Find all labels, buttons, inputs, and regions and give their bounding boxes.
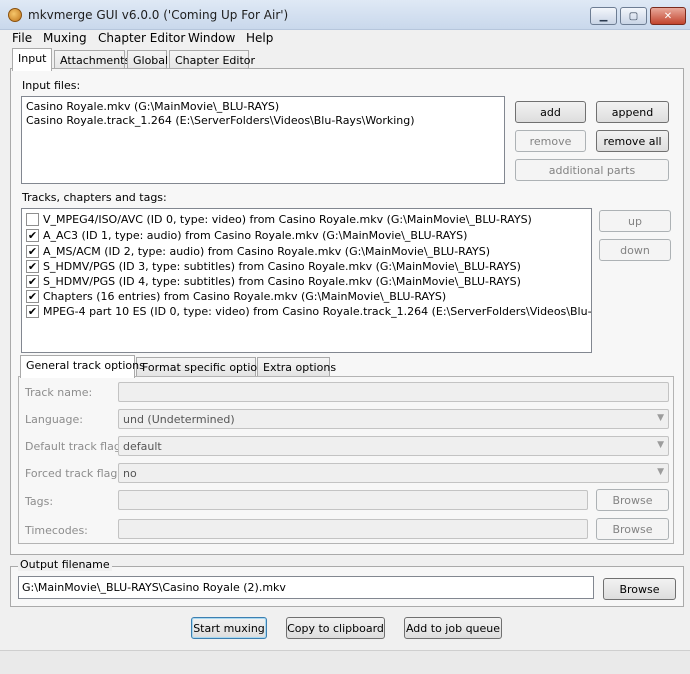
track-row[interactable]: ✔ S_HDMV/PGS (ID 4, type: subtitles) fro… xyxy=(26,273,521,289)
menu-window[interactable]: Window xyxy=(188,31,235,45)
track-checkbox[interactable]: ✔ xyxy=(26,274,39,288)
tags-browse-button[interactable]: Browse xyxy=(596,489,669,511)
list-item[interactable]: Casino Royale.track_1.264 (E:\ServerFold… xyxy=(26,114,415,127)
menu-chapter-editor[interactable]: Chapter Editor xyxy=(98,31,185,45)
tab-global[interactable]: Global xyxy=(127,50,168,70)
input-files-list[interactable]: Casino Royale.mkv (G:\MainMovie\_BLU-RAY… xyxy=(21,96,505,184)
forced-track-flag-select[interactable]: no ▼ xyxy=(118,463,669,483)
tab-input[interactable]: Input xyxy=(12,48,52,71)
remove-button[interactable]: remove xyxy=(515,130,586,152)
remove-all-button[interactable]: remove all xyxy=(596,130,669,152)
language-select[interactable]: und (Undetermined) ▼ xyxy=(118,409,669,429)
tab-general-track-options[interactable]: General track options xyxy=(20,355,145,378)
output-filename-label: Output filename xyxy=(18,558,112,571)
track-options-tab-bar: General track options Format specific op… xyxy=(20,355,340,378)
default-track-flag-value: default xyxy=(123,440,162,453)
track-name-input[interactable] xyxy=(118,382,669,402)
append-button[interactable]: append xyxy=(596,101,669,123)
track-checkbox[interactable]: ✔ xyxy=(26,228,39,242)
add-to-job-queue-button[interactable]: Add to job queue xyxy=(404,617,502,639)
maximize-button[interactable]: ▢ xyxy=(620,7,647,25)
track-checkbox[interactable]: ✔ xyxy=(26,259,39,273)
menu-muxing[interactable]: Muxing xyxy=(43,31,87,45)
app-icon xyxy=(8,8,22,22)
timecodes-input[interactable] xyxy=(118,519,588,539)
list-item[interactable]: Casino Royale.mkv (G:\MainMovie\_BLU-RAY… xyxy=(26,100,279,113)
language-value: und (Undetermined) xyxy=(123,413,235,426)
chevron-down-icon: ▼ xyxy=(657,467,664,477)
chevron-down-icon: ▼ xyxy=(657,440,664,450)
additional-parts-button[interactable]: additional parts xyxy=(515,159,669,181)
track-row[interactable]: ✔ S_HDMV/PGS (ID 3, type: subtitles) fro… xyxy=(26,258,521,274)
track-label: MPEG-4 part 10 ES (ID 0, type: video) fr… xyxy=(43,304,592,318)
close-button[interactable]: ✕ xyxy=(650,7,686,25)
chevron-down-icon: ▼ xyxy=(657,413,664,423)
track-row[interactable]: ✔ A_AC3 (ID 1, type: audio) from Casino … xyxy=(26,227,467,243)
track-label: A_MS/ACM (ID 2, type: audio) from Casino… xyxy=(43,244,491,258)
tags-input[interactable] xyxy=(118,490,588,510)
track-row[interactable]: ✔ Chapters (16 entries) from Casino Roya… xyxy=(26,288,446,304)
track-checkbox[interactable]: ✔ xyxy=(26,289,39,303)
default-track-flag-label: Default track flag: xyxy=(25,440,125,453)
track-label: S_HDMV/PGS (ID 4, type: subtitles) from … xyxy=(43,274,521,288)
language-label: Language: xyxy=(25,413,83,426)
status-bar xyxy=(0,650,690,674)
menu-help[interactable]: Help xyxy=(246,31,273,45)
copy-to-clipboard-button[interactable]: Copy to clipboard xyxy=(286,617,385,639)
menu-file[interactable]: File xyxy=(12,31,32,45)
output-filename-input[interactable]: G:\MainMovie\_BLU-RAYS\Casino Royale (2)… xyxy=(18,576,594,599)
move-up-button[interactable]: up xyxy=(599,210,671,232)
tracks-label: Tracks, chapters and tags: xyxy=(22,191,167,204)
track-checkbox[interactable]: ✔ xyxy=(26,244,39,258)
forced-track-flag-label: Forced track flag: xyxy=(25,467,122,480)
tab-format-specific-options[interactable]: Format specific options xyxy=(136,357,270,377)
track-name-label: Track name: xyxy=(25,386,93,399)
track-checkbox[interactable]: ✔ xyxy=(26,304,39,318)
app-window: mkvmerge GUI v6.0.0 ('Coming Up For Air'… xyxy=(0,0,690,674)
tab-attachments[interactable]: Attachments xyxy=(54,50,130,70)
track-label: S_HDMV/PGS (ID 3, type: subtitles) from … xyxy=(43,259,521,273)
tags-label: Tags: xyxy=(25,495,54,508)
track-label: Chapters (16 entries) from Casino Royale… xyxy=(43,289,447,303)
track-row[interactable]: ✔ A_MS/ACM (ID 2, type: audio) from Casi… xyxy=(26,243,490,259)
start-muxing-button[interactable]: Start muxing xyxy=(191,617,267,639)
forced-track-flag-value: no xyxy=(123,467,137,480)
default-track-flag-select[interactable]: default ▼ xyxy=(118,436,669,456)
window-title: mkvmerge GUI v6.0.0 ('Coming Up For Air'… xyxy=(28,8,289,22)
tracks-list[interactable]: V_MPEG4/ISO/AVC (ID 0, type: video) from… xyxy=(21,208,592,353)
track-label: A_AC3 (ID 1, type: audio) from Casino Ro… xyxy=(43,228,468,242)
track-checkbox[interactable] xyxy=(26,212,39,226)
main-tab-bar: Input Attachments Global Chapter Editor xyxy=(12,48,312,71)
output-browse-button[interactable]: Browse xyxy=(603,578,676,600)
track-row[interactable]: ✔ MPEG-4 part 10 ES (ID 0, type: video) … xyxy=(26,303,592,319)
track-row[interactable]: V_MPEG4/ISO/AVC (ID 0, type: video) from… xyxy=(26,211,532,227)
move-down-button[interactable]: down xyxy=(599,239,671,261)
tab-chapter-editor[interactable]: Chapter Editor xyxy=(169,50,255,70)
menu-bar: File Muxing Chapter Editor Window Help xyxy=(0,30,690,47)
timecodes-browse-button[interactable]: Browse xyxy=(596,518,669,540)
input-files-label: Input files: xyxy=(22,79,81,92)
minimize-button[interactable]: ▁ xyxy=(590,7,617,25)
track-label: V_MPEG4/ISO/AVC (ID 0, type: video) from… xyxy=(43,212,532,226)
tab-extra-options[interactable]: Extra options xyxy=(257,357,336,377)
timecodes-label: Timecodes: xyxy=(25,524,88,537)
add-button[interactable]: add xyxy=(515,101,586,123)
title-bar[interactable]: mkvmerge GUI v6.0.0 ('Coming Up For Air'… xyxy=(0,0,690,30)
